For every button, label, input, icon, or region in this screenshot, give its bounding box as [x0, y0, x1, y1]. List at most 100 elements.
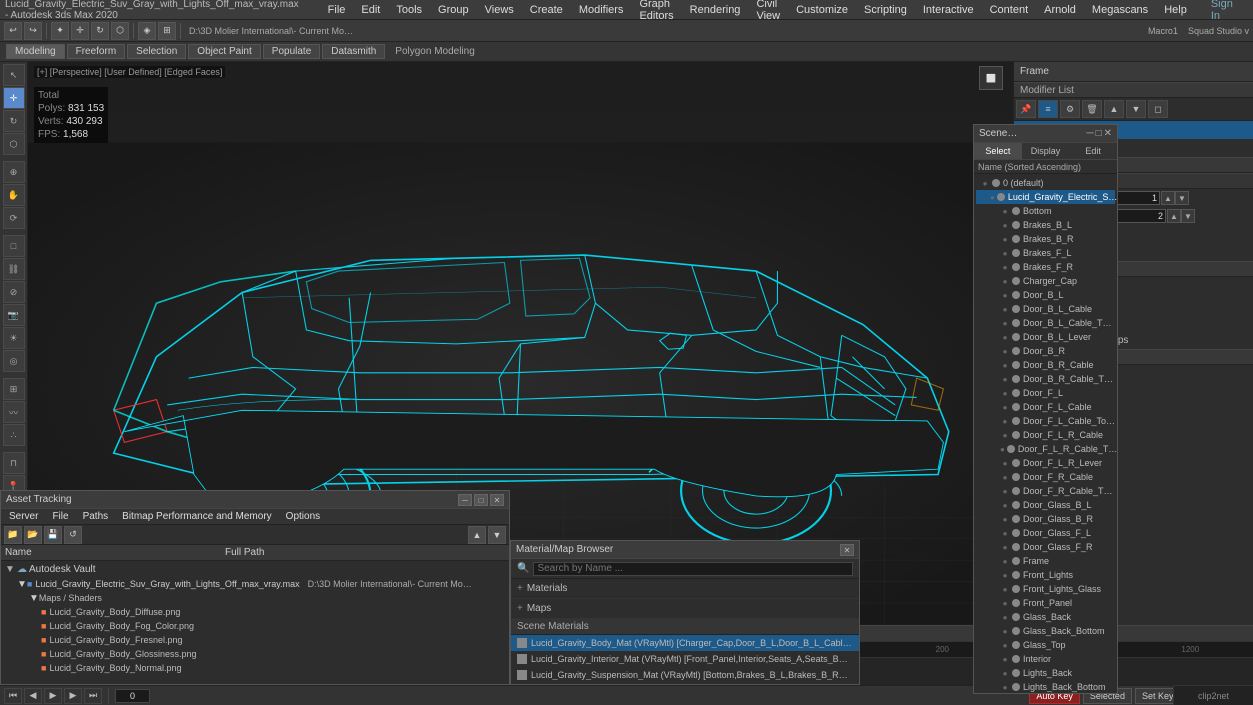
link-tool[interactable]: ⛓	[3, 258, 25, 280]
asset-save-btn[interactable]: 💾	[44, 526, 62, 544]
asset-maps-group[interactable]: ▼ Maps / Shaders	[1, 591, 509, 605]
scene-tree-item-3[interactable]: ●Brakes_B_L	[976, 218, 1115, 232]
scene-minimize-btn[interactable]: ─	[1086, 128, 1093, 139]
vis-icon-19[interactable]: ●	[1000, 445, 1005, 454]
scene-tree-item-32[interactable]: ●Glass_Back_Bottom	[976, 624, 1115, 638]
modifier-up-btn[interactable]: ▲	[1104, 100, 1124, 118]
vis-icon-16[interactable]: ●	[1000, 403, 1010, 412]
menu-interactive[interactable]: Interactive	[919, 3, 978, 17]
scene-tree-item-25[interactable]: ●Door_Glass_F_L	[976, 526, 1115, 540]
vis-icon-7[interactable]: ●	[1000, 277, 1010, 286]
vis-icon-9[interactable]: ●	[1000, 305, 1010, 314]
prev-frame-btn[interactable]: ◀	[24, 688, 42, 704]
rotate-tool[interactable]: ↻	[3, 110, 25, 132]
vis-icon-25[interactable]: ●	[1000, 529, 1010, 538]
select-btn[interactable]: ✦	[51, 22, 69, 40]
scene-tree-item-27[interactable]: ●Frame	[976, 554, 1115, 568]
scene-close-btn[interactable]: ✕	[1104, 128, 1112, 139]
iterations-up-btn[interactable]: ▲	[1161, 191, 1175, 205]
tab-selection[interactable]: Selection	[127, 44, 186, 59]
scene-tree-item-6[interactable]: ●Brakes_F_R	[976, 260, 1115, 274]
scene-tree-item-19[interactable]: ●Door_F_L_R_Cable_T…	[976, 442, 1115, 456]
scene-tree-item-24[interactable]: ●Door_Glass_B_R	[976, 512, 1115, 526]
asset-tree[interactable]: ▼ ☁ Autodesk Vault ▼ ■ Lucid_Gravity_Ele…	[1, 561, 509, 675]
unlink-tool[interactable]: ⊘	[3, 281, 25, 303]
vis-icon-14[interactable]: ●	[1000, 375, 1010, 384]
asset-file-0[interactable]: ■ Lucid_Gravity_Body_Diffuse.png	[1, 605, 509, 619]
render-iters-input[interactable]	[1116, 209, 1166, 223]
vis-icon-22[interactable]: ●	[1000, 487, 1010, 496]
asset-root-group[interactable]: ▼ ☁ Autodesk Vault	[1, 561, 509, 577]
particle-tool[interactable]: ∴	[3, 424, 25, 446]
move-tool[interactable]: ✛	[3, 87, 25, 109]
scene-tree-item-9[interactable]: ●Door_B_L_Cable	[976, 302, 1115, 316]
scene-tree-item-7[interactable]: ●Charger_Cap	[976, 274, 1115, 288]
mirror-btn[interactable]: ⊞	[158, 22, 176, 40]
mat-browser-title-bar[interactable]: Material/Map Browser ✕	[511, 541, 859, 559]
mat-item-1[interactable]: Lucid_Gravity_Interior_Mat (VRayMtl) [Fr…	[511, 651, 859, 667]
scene-tree-item-5[interactable]: ●Brakes_F_L	[976, 246, 1115, 260]
vis-icon-36[interactable]: ●	[1000, 683, 1010, 692]
light-tool[interactable]: ☀	[3, 327, 25, 349]
vis-icon-8[interactable]: ●	[1000, 291, 1010, 300]
scene-tree-item-20[interactable]: ●Door_F_L_R_Lever	[976, 456, 1115, 470]
move-btn[interactable]: ✛	[71, 22, 89, 40]
mat-item-2[interactable]: Lucid_Gravity_Suspension_Mat (VRayMtl) […	[511, 667, 859, 683]
mat-item-0[interactable]: Lucid_Gravity_Body_Mat (VRayMtl) [Charge…	[511, 635, 859, 651]
next-frame-btn[interactable]: ▶	[64, 688, 82, 704]
helper-tool[interactable]: ⊞	[3, 378, 25, 400]
scene-tab-display[interactable]: Display	[1022, 143, 1070, 159]
scene-tree-item-23[interactable]: ●Door_Glass_B_L	[976, 498, 1115, 512]
vis-icon-24[interactable]: ●	[1000, 515, 1010, 524]
scene-tree-item-0[interactable]: ●0 (default)	[976, 176, 1115, 190]
scene-tree-item-12[interactable]: ●Door_B_R	[976, 344, 1115, 358]
menu-rendering[interactable]: Rendering	[686, 3, 745, 17]
scene-explorer-title-bar[interactable]: Scene… ─ □ ✕	[974, 125, 1117, 143]
modifier-down-btn[interactable]: ▼	[1126, 100, 1146, 118]
vis-icon-3[interactable]: ●	[1000, 221, 1010, 230]
menu-modifiers[interactable]: Modifiers	[575, 3, 628, 17]
scene-tab-edit[interactable]: Edit	[1069, 143, 1117, 159]
scene-tree-item-21[interactable]: ●Door_F_R_Cable	[976, 470, 1115, 484]
vis-icon-27[interactable]: ●	[1000, 557, 1010, 566]
pin-modifier-btn[interactable]: 📌	[1016, 100, 1036, 118]
vis-icon-12[interactable]: ●	[1000, 347, 1010, 356]
menu-megascans[interactable]: Megascans	[1088, 3, 1152, 17]
vis-icon-21[interactable]: ●	[1000, 473, 1010, 482]
asset-main-file[interactable]: ▼ ■ Lucid_Gravity_Electric_Suv_Gray_with…	[1, 577, 509, 591]
orbit-tool[interactable]: ⟳	[3, 207, 25, 229]
asset-menu-options[interactable]: Options	[282, 510, 324, 523]
go-end-btn[interactable]: ⏭	[84, 688, 102, 704]
tab-datasmith[interactable]: Datasmith	[322, 44, 385, 59]
scene-tree-item-35[interactable]: ●Lights_Back	[976, 666, 1115, 680]
select-tool[interactable]: ↖	[3, 64, 25, 86]
asset-menu-server[interactable]: Server	[5, 510, 42, 523]
asset-scroll-up[interactable]: ▲	[468, 526, 486, 544]
vis-icon-10[interactable]: ●	[1000, 319, 1010, 328]
zoom-tool[interactable]: ⊕	[3, 161, 25, 183]
redo-btn[interactable]: ↪	[24, 22, 42, 40]
scene-tree-item-33[interactable]: ●Glass_Top	[976, 638, 1115, 652]
tab-object-paint[interactable]: Object Paint	[188, 44, 260, 59]
scale-btn[interactable]: ⬡	[111, 22, 129, 40]
vis-icon-20[interactable]: ●	[1000, 459, 1010, 468]
create-tool[interactable]: □	[3, 235, 25, 257]
vis-icon-5[interactable]: ●	[1000, 249, 1010, 258]
modifier-list-view-btn[interactable]: ≡	[1038, 100, 1058, 118]
menu-edit[interactable]: Edit	[357, 3, 384, 17]
scene-tree-item-17[interactable]: ●Door_F_L_Cable_To…	[976, 414, 1115, 428]
asset-file-2[interactable]: ■ Lucid_Gravity_Body_Fresnel.png	[1, 633, 509, 647]
vis-icon-2[interactable]: ●	[1000, 207, 1010, 216]
pan-tool[interactable]: ✋	[3, 184, 25, 206]
vis-icon-0[interactable]: ●	[980, 179, 990, 188]
space-warp-tool[interactable]: 〰	[3, 401, 25, 423]
menu-help[interactable]: Help	[1160, 3, 1191, 17]
menu-group[interactable]: Group	[434, 3, 473, 17]
go-start-btn[interactable]: ⏮	[4, 688, 22, 704]
scene-tree-item-8[interactable]: ●Door_B_L	[976, 288, 1115, 302]
mat-browser-close[interactable]: ✕	[840, 544, 854, 556]
scene-tree-item-2[interactable]: ●Bottom	[976, 204, 1115, 218]
rotate-btn[interactable]: ↻	[91, 22, 109, 40]
menu-customize[interactable]: Customize	[792, 3, 852, 17]
render-iters-up-btn[interactable]: ▲	[1167, 209, 1181, 223]
